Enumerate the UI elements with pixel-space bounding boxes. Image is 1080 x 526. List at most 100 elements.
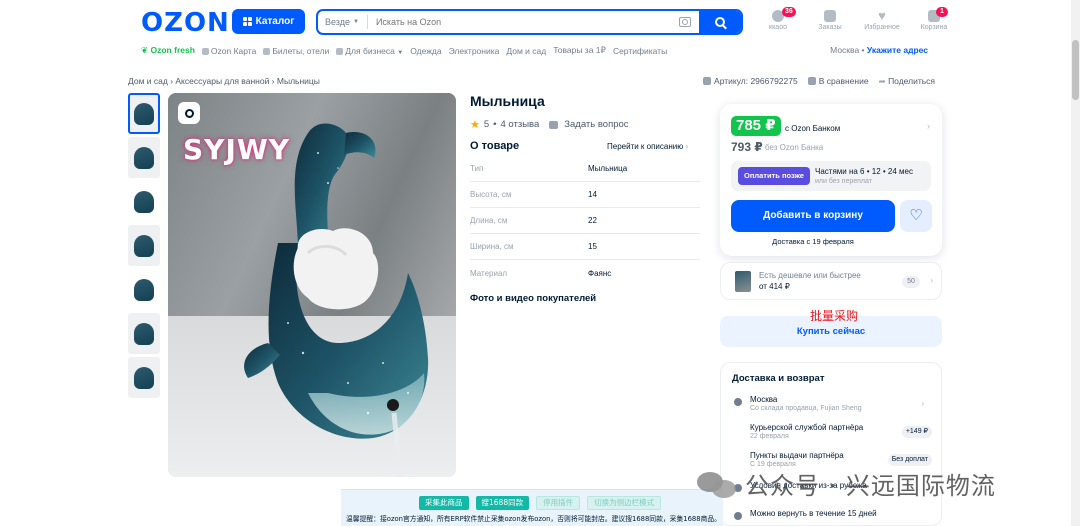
bulk-purchase-label[interactable]: 批量采购 (810, 307, 858, 324)
wechat-logo-icon (697, 468, 737, 500)
search-bar: Везде ▼ (316, 9, 743, 35)
nav-goods-1rub[interactable]: Товары за 1₽ (553, 45, 606, 56)
product-main-image[interactable]: SYJWY (168, 93, 456, 477)
wechat-watermark: 公众号 · 兴远国际物流 (697, 466, 996, 501)
delivery-heading: Доставка и возврат (732, 373, 825, 384)
nav-business[interactable]: Для бизнеса ▼ (336, 46, 403, 56)
header-cart[interactable]: 1 Корзина (914, 7, 954, 31)
product-thumb-image (134, 278, 154, 301)
compare-icon (807, 77, 816, 85)
return-icon (734, 512, 742, 520)
price-regular: 793 ₽ (731, 140, 763, 154)
nav-electronics[interactable]: Электроника (449, 46, 500, 56)
compare-label: В сравнение (818, 76, 869, 86)
plugin-warning-note: 温馨提醒：接ozon官方通知，所有ERP软件禁止采集ozon发布ozon，否则将… (346, 515, 721, 523)
image-search-button[interactable] (178, 102, 200, 124)
thumbnail[interactable] (128, 137, 160, 178)
nav-ozon-card[interactable]: Ozon Карта (201, 46, 256, 56)
header-actions: 36 ккаоо Заказы ♥ Избранное 1 Корзина (758, 7, 954, 31)
share-link[interactable]: ➦ Поделиться (879, 76, 935, 87)
spec-value: Мыльница (588, 164, 628, 173)
spec-row: Ширина, см 15 (470, 234, 700, 260)
ozon-logo[interactable]: OZON (141, 8, 230, 38)
search-input[interactable] (367, 17, 679, 27)
cheaper-offers[interactable]: Есть дешевле или быстрее от 414 ₽ 50 › (720, 262, 942, 300)
nav-tickets[interactable]: Билеты, отели (263, 46, 329, 56)
thumbnail[interactable] (128, 225, 160, 266)
reviews-link[interactable]: 4 отзыва (501, 119, 540, 130)
product-thumb-image (134, 102, 154, 125)
nav-clothes[interactable]: Одежда (410, 46, 441, 56)
installment-subtext: или без переплат (815, 178, 872, 185)
location[interactable]: Москва • Укажите адрес (830, 45, 928, 55)
installment-block[interactable]: Оплатить позже Частями на 6 • 12 • 24 ме… (731, 161, 931, 191)
spec-row: Материал Фаянс (470, 260, 700, 286)
camera-icon[interactable] (679, 17, 691, 27)
disable-plugin-button[interactable]: 停用插件 (536, 496, 581, 510)
nav-ozon-fresh[interactable]: ❦ Ozon fresh (141, 45, 195, 56)
thumbnail[interactable] (128, 269, 160, 310)
delivery-row-subtitle: Со склада продавца, Fujian Sheng (750, 405, 862, 412)
dot-separator: • (493, 119, 497, 130)
to-description-link[interactable]: Перейти к описанию › (607, 142, 688, 151)
favorite-button[interactable]: ♡ (900, 200, 932, 232)
header: OZON Каталог Везде ▼ 36 ккаоо Заказы ♥ И… (0, 0, 1080, 70)
search-icon (715, 17, 725, 27)
photo-brand-text: SYJWY (183, 133, 291, 166)
product-thumb-image (134, 234, 154, 257)
price-ozon-bank-label: с Ozon Банком (785, 124, 841, 133)
scrollbar-thumb[interactable] (1072, 40, 1079, 100)
article-number[interactable]: Артикул: 2966792275 (703, 76, 798, 87)
thumbnail[interactable] (128, 181, 160, 222)
nav-certificates[interactable]: Сертификаты (613, 46, 667, 56)
thumbnail[interactable] (128, 93, 160, 134)
spec-key: Ширина, см (470, 242, 514, 251)
spec-row: Длина, см 22 (470, 208, 700, 234)
offers-count-badge: 50 (902, 276, 920, 288)
chevron-right-icon: › (921, 399, 924, 408)
spec-key: Высота, см (470, 190, 512, 199)
scrollbar[interactable] (1071, 0, 1080, 526)
product-title: Мыльница (470, 93, 545, 109)
add-to-cart-button[interactable]: Добавить в корзину (731, 200, 895, 232)
installment-text: Частями на 6 • 12 • 24 мес (815, 167, 913, 176)
delivery-row-title: Курьерской службой партнёра (750, 423, 864, 432)
cart-label: Корзина (920, 24, 948, 31)
product-thumb-image (134, 146, 154, 169)
pay-later-button[interactable]: Оплатить позже (738, 167, 810, 185)
card-icon (201, 47, 209, 55)
briefcase-icon (336, 47, 344, 55)
chevron-down-icon: ▼ (397, 49, 404, 56)
location-city: Москва (830, 45, 860, 55)
price-ozon-bank[interactable]: 785 ₽ (731, 116, 781, 136)
nav-label: Для бизнеса (345, 45, 395, 56)
grid-icon (242, 17, 252, 26)
article-label: Артикул: 2966792275 (714, 76, 798, 86)
profile-label: ккаоо (769, 24, 787, 31)
search-button[interactable] (699, 11, 741, 33)
share-label: Поделиться (888, 76, 935, 86)
chevron-down-icon: ▼ (353, 19, 359, 25)
search-scope-select[interactable]: Везде ▼ (318, 15, 368, 29)
location-link: Укажите адрес (866, 45, 928, 55)
catalog-button[interactable]: Каталог (232, 9, 305, 34)
header-profile[interactable]: 36 ккаоо (758, 7, 798, 31)
nav-label: Ozon fresh (150, 45, 195, 55)
thumbnail[interactable] (128, 357, 160, 398)
header-favorites[interactable]: ♥ Избранное (862, 9, 902, 31)
sidebar-mode-button[interactable]: 切换为侧边栏模式 (587, 496, 662, 510)
cheaper-title: Есть дешевле или быстрее (759, 271, 861, 280)
spec-row: Тип Мыльница (470, 156, 700, 182)
collect-product-button[interactable]: 采集此商品 (419, 496, 469, 510)
compare-link[interactable]: В сравнение (807, 76, 869, 87)
header-orders[interactable]: Заказы (810, 10, 850, 31)
sub-navigation: ❦ Ozon fresh Ozon Карта Билеты, отели Дл… (141, 45, 667, 56)
breadcrumb[interactable]: Дом и сад › Аксессуары для ванной › Мыль… (128, 76, 320, 86)
orders-label: Заказы (818, 24, 842, 31)
chevron-right-icon[interactable]: › (927, 121, 930, 131)
search-1688-button[interactable]: 搜1688同款 (475, 496, 530, 510)
thumbnail[interactable] (128, 313, 160, 354)
about-product-heading: О товаре (470, 140, 520, 152)
ask-question-link[interactable]: Задать вопрос (564, 119, 628, 130)
nav-home-garden[interactable]: Дом и сад (506, 46, 546, 56)
